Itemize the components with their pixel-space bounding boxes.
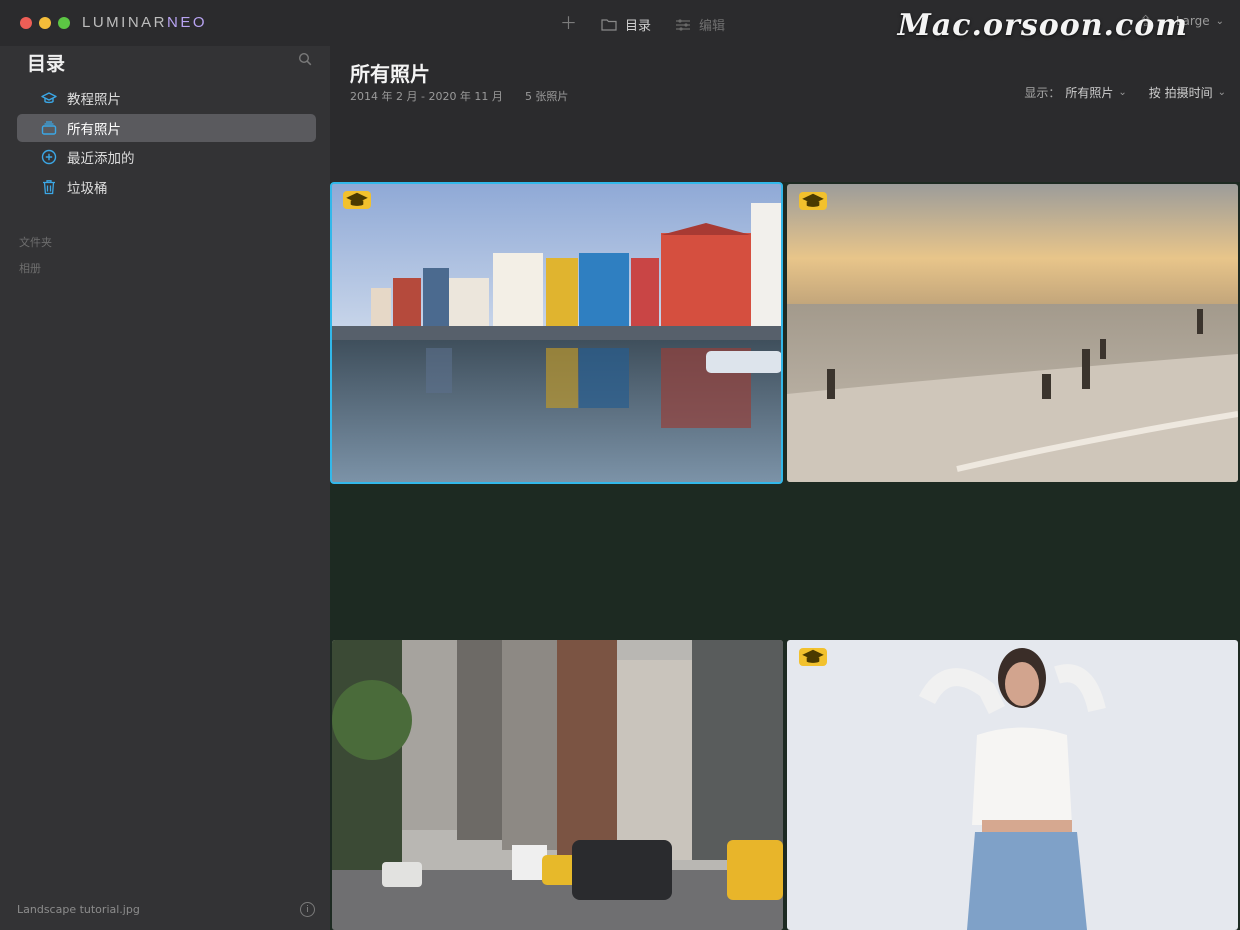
graduation-cap-icon xyxy=(802,649,824,663)
photo-image xyxy=(787,640,1238,930)
view-controls: 显示： 所有照片 ⌄ 按 拍摄时间 ⌄ xyxy=(1024,84,1226,101)
toolbar: ＋ 目录 编辑 xyxy=(560,12,725,36)
graduation-cap-icon xyxy=(802,193,824,207)
section-albums[interactable]: 相册 xyxy=(19,260,41,276)
plus-icon: ＋ xyxy=(560,13,577,34)
sidebar-item-recently-added[interactable]: 最近添加的 xyxy=(17,143,316,171)
folder-icon xyxy=(601,18,617,31)
sidebar-title: 目录 xyxy=(27,53,66,75)
main-panel: 所有照片 2014 年 2 月 - 2020 年 11 月 5 张照片 显示： … xyxy=(330,46,1240,930)
zoom-window-button[interactable] xyxy=(58,17,70,29)
chevron-down-icon: ⌄ xyxy=(1118,87,1127,98)
close-window-button[interactable] xyxy=(20,17,32,29)
photo-thumbnail-woman-portrait[interactable] xyxy=(787,640,1238,930)
app-logo: LUMINARNEO xyxy=(82,14,208,31)
photo-thumbnail-city-street[interactable] xyxy=(332,640,783,930)
selected-filename: Landscape tutorial.jpg xyxy=(17,903,140,916)
chevron-down-icon: ⌄ xyxy=(1217,87,1226,98)
show-filter-label: 显示： xyxy=(1024,86,1061,100)
trash-icon xyxy=(40,178,58,196)
photo-count: 5 张照片 xyxy=(524,90,569,103)
catalog-tab-label: 目录 xyxy=(625,18,652,34)
photo-image xyxy=(332,640,783,930)
edit-tab[interactable]: 编辑 xyxy=(675,15,725,34)
sort-label: 按 拍摄时间 xyxy=(1148,86,1213,100)
graduation-cap-icon xyxy=(40,89,58,107)
sidebar-item-label: 所有照片 xyxy=(67,121,121,138)
show-filter-value: 所有照片 xyxy=(1065,86,1114,100)
sidebar-item-label: 垃圾桶 xyxy=(67,180,108,197)
sidebar-item-trash[interactable]: 垃圾桶 xyxy=(17,173,316,201)
sidebar-item-all-photos[interactable]: 所有照片 xyxy=(17,113,316,142)
sidebar: 目录 教程照片 所有照片 最近添加的 垃圾桶 文件夹 相册 Landscape … xyxy=(0,46,330,930)
edit-tab-label: 编辑 xyxy=(699,18,726,34)
photo-thumbnail-beach-sunset[interactable] xyxy=(787,184,1238,482)
minimize-window-button[interactable] xyxy=(39,17,51,29)
plus-circle-icon xyxy=(40,148,58,166)
tutorial-badge xyxy=(799,192,827,210)
tutorial-badge xyxy=(343,191,371,209)
tutorial-badge xyxy=(799,648,827,666)
chevron-down-icon: ⌄ xyxy=(1215,15,1224,27)
info-icon[interactable]: i xyxy=(300,902,315,917)
library-summary: 2014 年 2 月 - 2020 年 11 月 5 张照片 xyxy=(350,88,568,104)
sliders-icon xyxy=(676,18,691,31)
photo-thumbnail-colorful-houses[interactable] xyxy=(330,182,783,484)
search-icon[interactable] xyxy=(298,52,312,66)
sidebar-item-label: 最近添加的 xyxy=(67,151,135,167)
section-folders[interactable]: 文件夹 xyxy=(19,234,52,250)
sidebar-item-label: 教程照片 xyxy=(67,92,121,108)
date-range: 2014 年 2 月 - 2020 年 11 月 xyxy=(350,90,503,103)
catalog-tab[interactable]: 目录 xyxy=(601,15,651,34)
photo-image xyxy=(331,183,782,483)
watermark: Mac.orsoon.com xyxy=(897,8,1188,43)
graduation-cap-icon xyxy=(346,192,368,206)
sort-select[interactable]: 按 拍摄时间 ⌄ xyxy=(1149,84,1226,101)
photo-image xyxy=(787,184,1238,482)
add-photos-button[interactable]: ＋ xyxy=(560,13,577,34)
title-bar: LUMINARNEO ＋ 目录 编辑 ⇪ Large ⌄ Mac.orsoon.… xyxy=(0,0,1240,46)
sidebar-list: 教程照片 所有照片 最近添加的 垃圾桶 xyxy=(17,84,316,202)
show-filter-select[interactable]: 显示： 所有照片 ⌄ xyxy=(1024,84,1126,101)
sidebar-item-tutorial-photos[interactable]: 教程照片 xyxy=(17,84,316,112)
page-title: 所有照片 xyxy=(350,62,430,86)
photos-stack-icon xyxy=(40,119,58,137)
